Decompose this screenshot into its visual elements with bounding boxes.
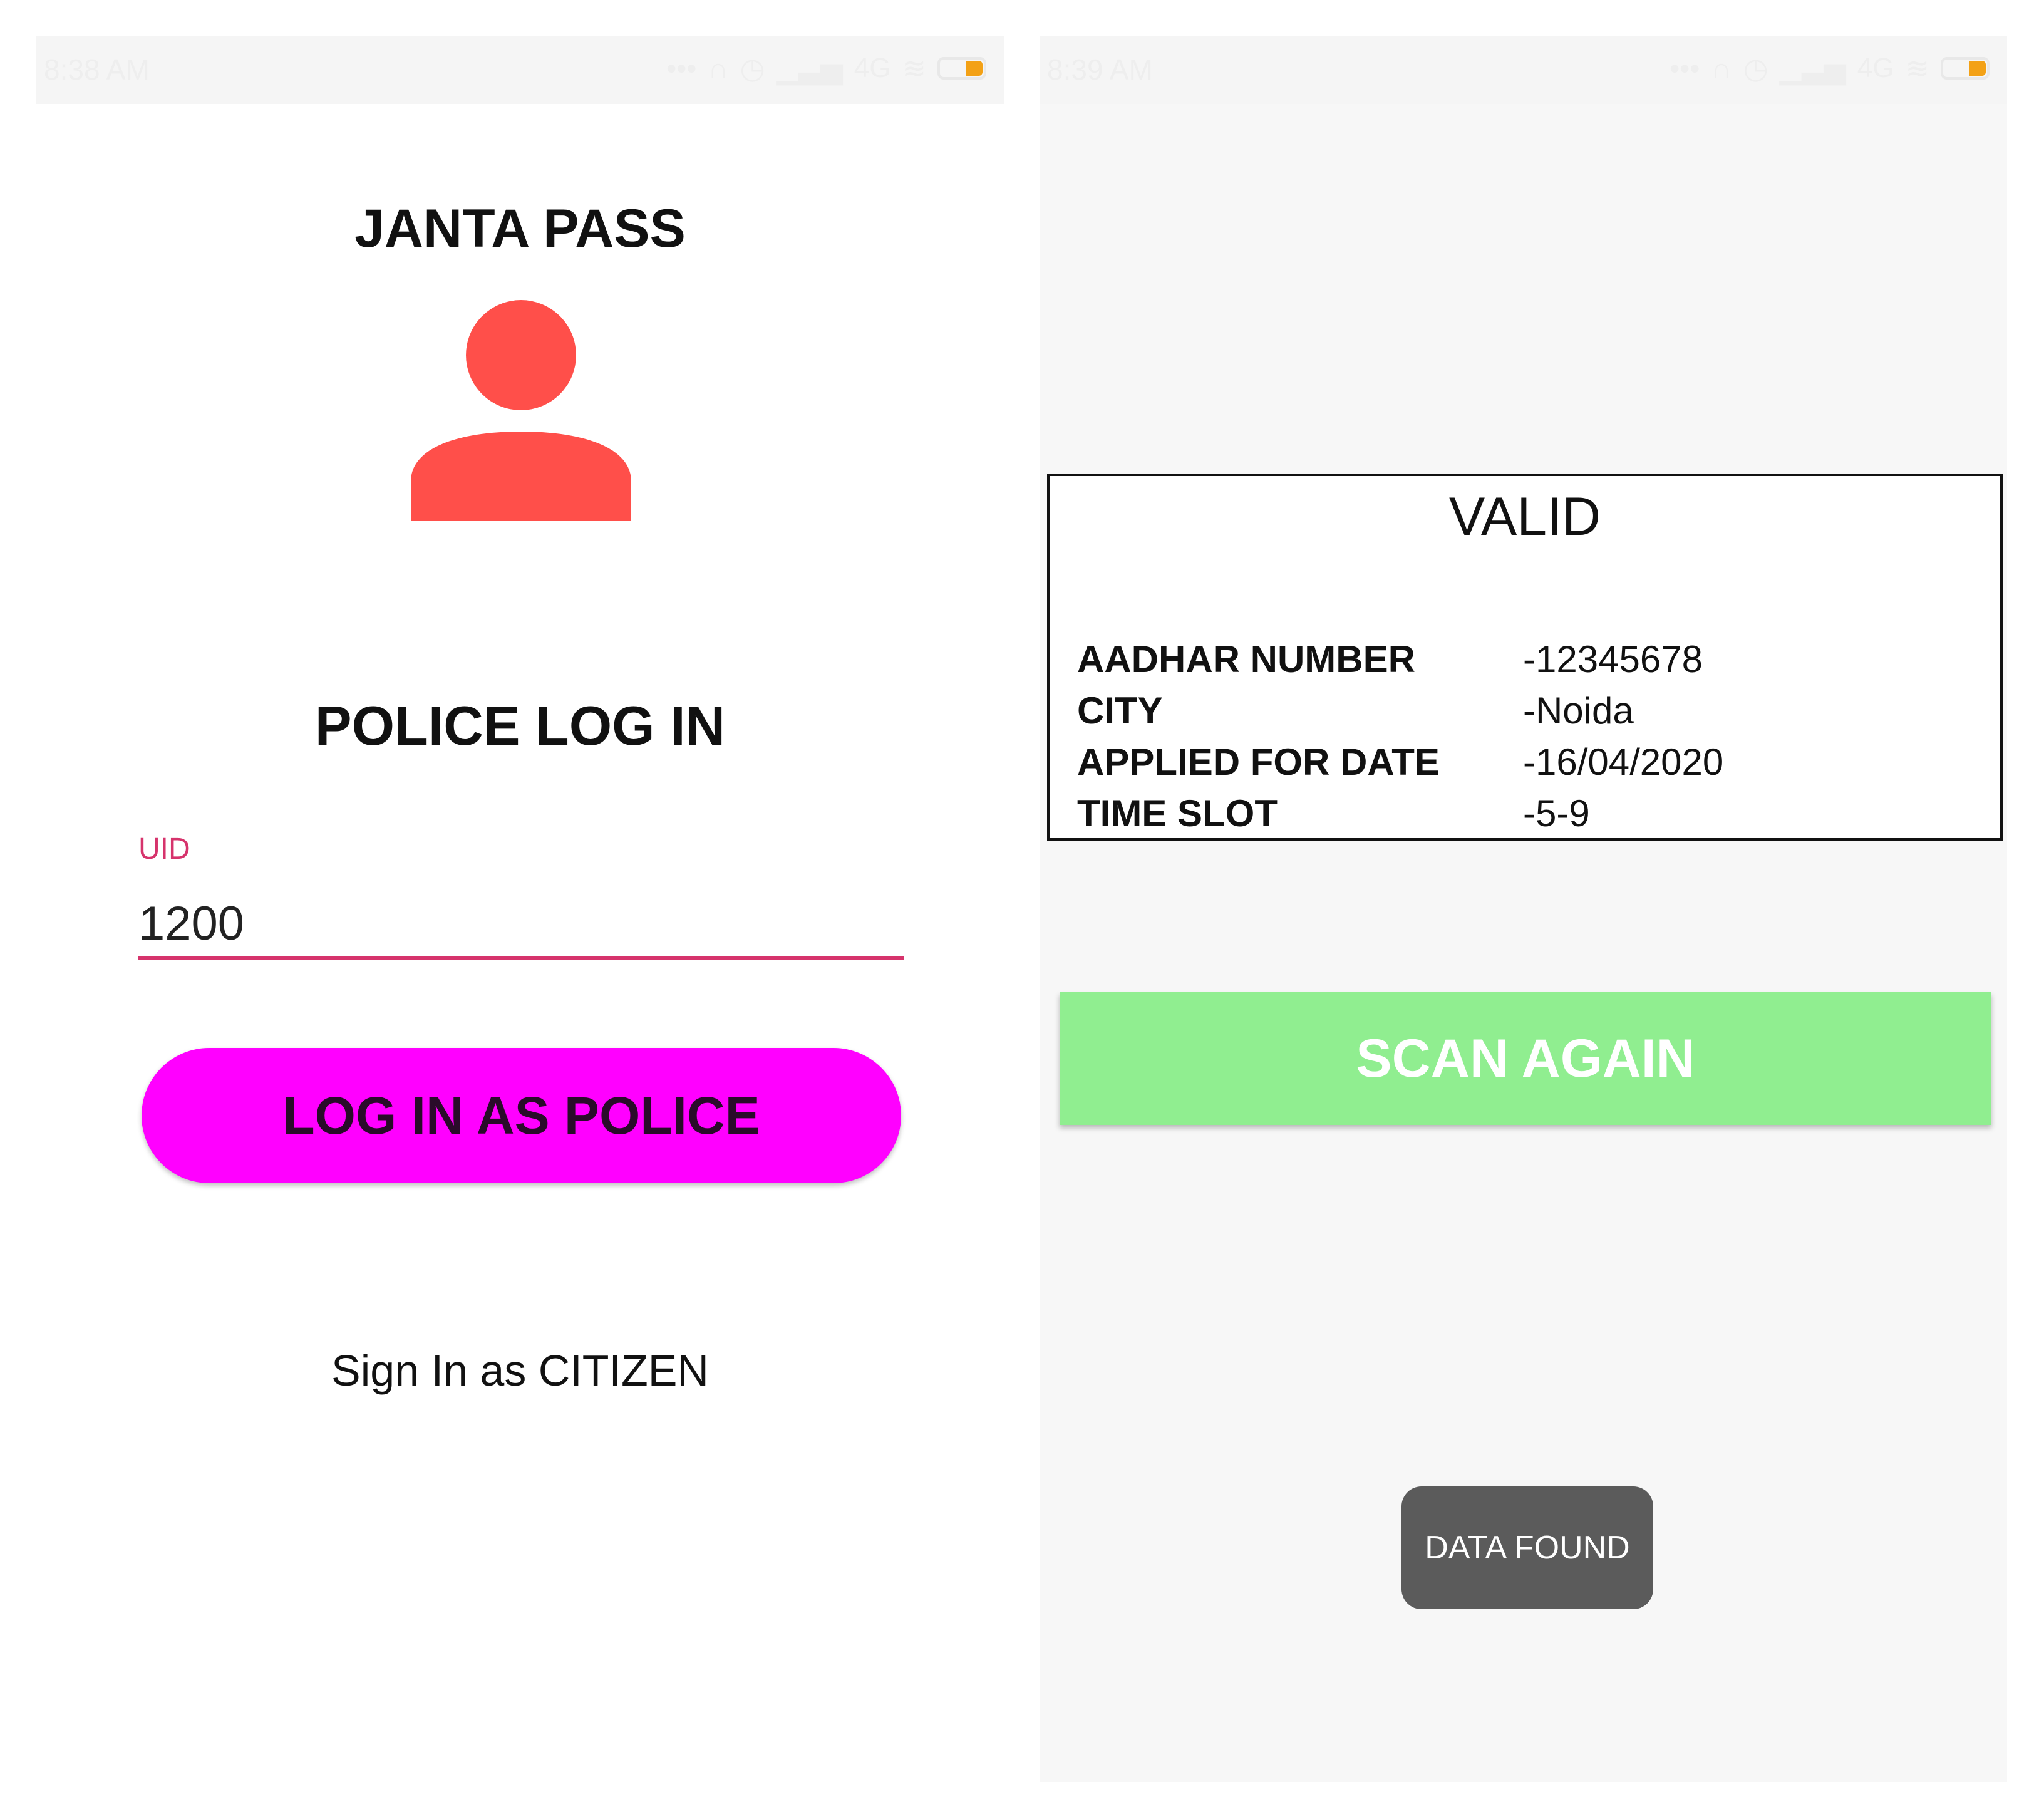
police-login-screen: 8:38 AM ••• ∩ ◷ ▁▃▅ 4G ≋ JANTA PASS POLI… [36,36,1004,1782]
status-time: 8:39 AM [1047,53,1153,86]
detail-label: CITY [1077,690,1163,732]
pass-details-card: VALID AADHAR NUMBER -12345678 CITY -Noid… [1047,474,2003,841]
detail-row-time-slot: TIME SLOT -5-9 [1077,792,1979,836]
status-bar: 8:39 AM ••• ∩ ◷ ▁▃▅ 4G ≋ [1040,36,2007,104]
headphones-icon: ∩ [1711,52,1732,85]
detail-row-date: APPLIED FOR DATE -16/04/2020 [1077,740,1979,784]
headphones-icon: ∩ [708,52,729,85]
detail-value: -16/04/2020 [1523,741,1724,783]
signal-icon: ▁▃▅ [1779,52,1846,85]
battery-icon [937,57,986,80]
sign-in-citizen-link[interactable]: Sign In as CITIZEN [36,1345,1004,1396]
uid-label: UID [138,832,190,866]
alarm-icon: ◷ [1743,52,1768,85]
detail-label: AADHAR NUMBER [1077,638,1415,680]
scan-result-screen: 8:39 AM ••• ∩ ◷ ▁▃▅ 4G ≋ VALID AADHAR NU… [1040,36,2007,1782]
battery-icon [1941,57,1990,80]
detail-value: -12345678 [1523,638,1703,680]
detail-label: TIME SLOT [1077,792,1278,834]
uid-input[interactable] [138,891,904,960]
more-dots-icon: ••• [1670,52,1700,85]
more-dots-icon: ••• [666,52,697,85]
signal-icon: ▁▃▅ [776,52,843,85]
status-icons: ••• ∩ ◷ ▁▃▅ 4G ≋ [1670,51,1990,85]
network-type: 4G [1857,53,1894,83]
detail-label: APPLIED FOR DATE [1077,741,1440,783]
login-title: POLICE LOG IN [314,695,726,757]
toast-message: DATA FOUND [1401,1486,1653,1609]
wifi-icon: ≋ [1905,52,1929,85]
alarm-icon: ◷ [740,52,765,85]
pass-status: VALID [1448,487,1601,547]
detail-row-city: CITY -Noida [1077,689,1979,733]
scan-again-button[interactable]: SCAN AGAIN [1060,992,1991,1125]
network-type: 4G [854,53,891,83]
login-as-police-button[interactable]: LOG IN AS POLICE [142,1048,901,1183]
detail-row-aadhar: AADHAR NUMBER -12345678 [1077,638,1979,681]
detail-value: -5-9 [1523,792,1590,834]
user-icon [411,300,631,521]
status-bar: 8:38 AM ••• ∩ ◷ ▁▃▅ 4G ≋ [36,36,1004,104]
status-icons: ••• ∩ ◷ ▁▃▅ 4G ≋ [666,51,986,85]
app-title: JANTA PASS [354,199,686,259]
status-time: 8:38 AM [44,53,150,86]
wifi-icon: ≋ [902,52,926,85]
detail-value: -Noida [1523,690,1634,732]
